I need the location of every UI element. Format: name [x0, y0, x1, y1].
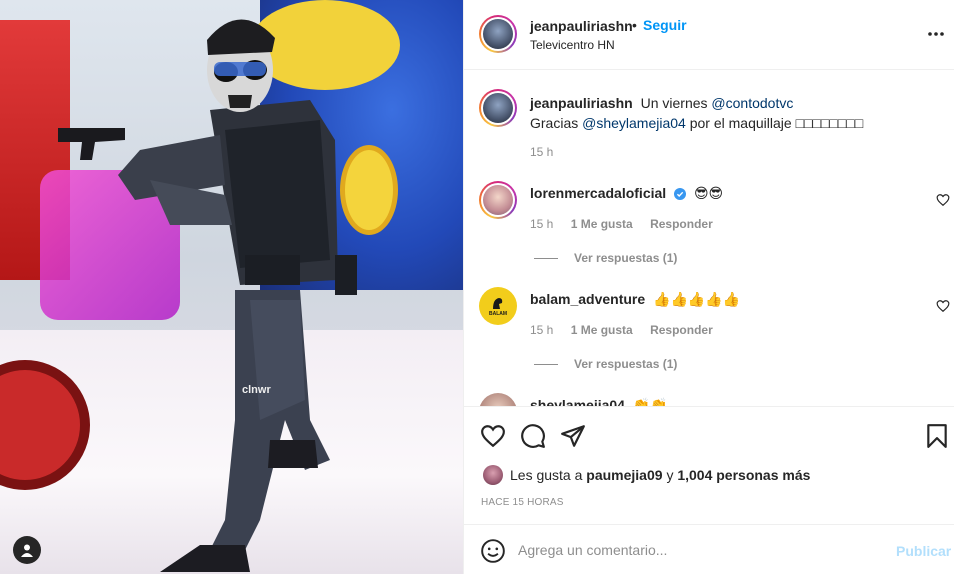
- caption-line2-prefix: Gracias: [530, 115, 579, 131]
- save-bookmark-icon[interactable]: [924, 423, 950, 449]
- comment-text: sheylamejia04 👏👏: [530, 395, 920, 406]
- share-paper-plane-icon[interactable]: [560, 423, 586, 449]
- comment-likes[interactable]: 1 Me gusta: [571, 217, 633, 231]
- caption-line2-suffix: por el maquillaje □□□□□□□□: [689, 115, 864, 131]
- comment-avatar[interactable]: [479, 181, 517, 219]
- comment-avatar[interactable]: BALAM: [479, 287, 517, 325]
- comment-bubble-icon[interactable]: [520, 423, 546, 449]
- comments-list[interactable]: jeanpauliriashn Un viernes @contodotvc G…: [464, 71, 954, 406]
- comment-input[interactable]: [518, 538, 878, 562]
- comment-username[interactable]: lorenmercadaloficial: [530, 185, 666, 201]
- liker-avatar[interactable]: [483, 465, 503, 485]
- comment-like-heart-icon[interactable]: [936, 193, 950, 207]
- caption-mention-1[interactable]: @contodotvc: [711, 95, 793, 111]
- post-location[interactable]: Televicentro HN: [530, 38, 615, 52]
- more-horizontal-icon[interactable]: [926, 24, 946, 44]
- comment-time[interactable]: 15 h: [530, 323, 553, 337]
- likes-prefix: Les gusta a: [510, 467, 583, 483]
- comment-username[interactable]: sheylamejia04: [530, 397, 625, 406]
- posted-timestamp[interactable]: HACE 15 HORAS: [481, 497, 564, 508]
- caption-time[interactable]: 15 h: [530, 145, 553, 159]
- add-comment-bar: Publicar: [464, 524, 954, 574]
- replies-line: [534, 363, 558, 365]
- comment-avatar[interactable]: [479, 393, 517, 406]
- post-actions: Les gusta a paumejia09 y 1,004 personas …: [464, 406, 954, 524]
- caption-mention-2[interactable]: @sheylamejia04: [582, 115, 686, 131]
- caption-line1-text: Un viernes: [640, 95, 708, 111]
- view-replies-label: Ver respuestas (1): [574, 251, 678, 265]
- comment-text: lorenmercadaloficial 😎😎: [530, 183, 920, 203]
- author-username[interactable]: jeanpauliriashn: [530, 18, 633, 34]
- like-heart-icon[interactable]: [480, 423, 506, 449]
- likes-summary: Les gusta a paumejia09 y 1,004 personas …: [483, 465, 810, 485]
- comment-time[interactable]: 15 h: [530, 217, 553, 231]
- comment-body: 😎😎: [693, 185, 724, 201]
- likes-count[interactable]: 1,004 personas más: [677, 467, 810, 483]
- post-side-panel: jeanpauliriashn • Seguir Televicentro HN…: [463, 0, 954, 574]
- comment-username[interactable]: balam_adventure: [530, 291, 645, 307]
- header-separator: •: [632, 17, 637, 33]
- photo-person-figure: clnwr: [58, 19, 357, 572]
- view-replies-button[interactable]: Ver respuestas (1): [534, 357, 677, 371]
- comment-body: 👍👍👍👍👍: [653, 291, 741, 307]
- author-avatar[interactable]: [479, 15, 517, 53]
- caption-username[interactable]: jeanpauliriashn: [530, 95, 633, 111]
- emoji-smiley-icon[interactable]: [480, 538, 506, 564]
- comment-likes[interactable]: 1 Me gusta: [571, 323, 633, 337]
- comment-meta: 15 h 1 Me gusta Responder: [530, 323, 727, 337]
- post-header: jeanpauliriashn • Seguir Televicentro HN: [464, 0, 954, 70]
- reply-button[interactable]: Responder: [650, 217, 713, 231]
- tagged-user-icon[interactable]: [13, 536, 41, 564]
- avatar-brand-text: BALAM: [488, 311, 508, 317]
- svg-text:clnwr: clnwr: [242, 384, 271, 396]
- comment-meta: 15 h 1 Me gusta Responder: [530, 217, 727, 231]
- post-photo[interactable]: clnwr: [0, 0, 463, 574]
- comment-like-heart-icon[interactable]: [936, 299, 950, 313]
- comment-body: 👏👏: [632, 397, 668, 406]
- view-replies-label: Ver respuestas (1): [574, 357, 678, 371]
- replies-line: [534, 257, 558, 259]
- reply-button[interactable]: Responder: [650, 323, 713, 337]
- balam-logo-icon: [493, 298, 503, 309]
- view-replies-button[interactable]: Ver respuestas (1): [534, 251, 677, 265]
- comment-text: balam_adventure 👍👍👍👍👍: [530, 289, 920, 309]
- caption-meta: 15 h: [530, 145, 567, 159]
- liker-username[interactable]: paumejia09: [586, 467, 662, 483]
- caption-text: jeanpauliriashn Un viernes @contodotvc G…: [530, 93, 920, 133]
- likes-middle: y: [666, 467, 674, 483]
- caption-avatar[interactable]: [479, 89, 517, 127]
- verified-badge-icon: [674, 188, 687, 200]
- publish-button[interactable]: Publicar: [896, 543, 951, 559]
- follow-button[interactable]: Seguir: [643, 17, 687, 33]
